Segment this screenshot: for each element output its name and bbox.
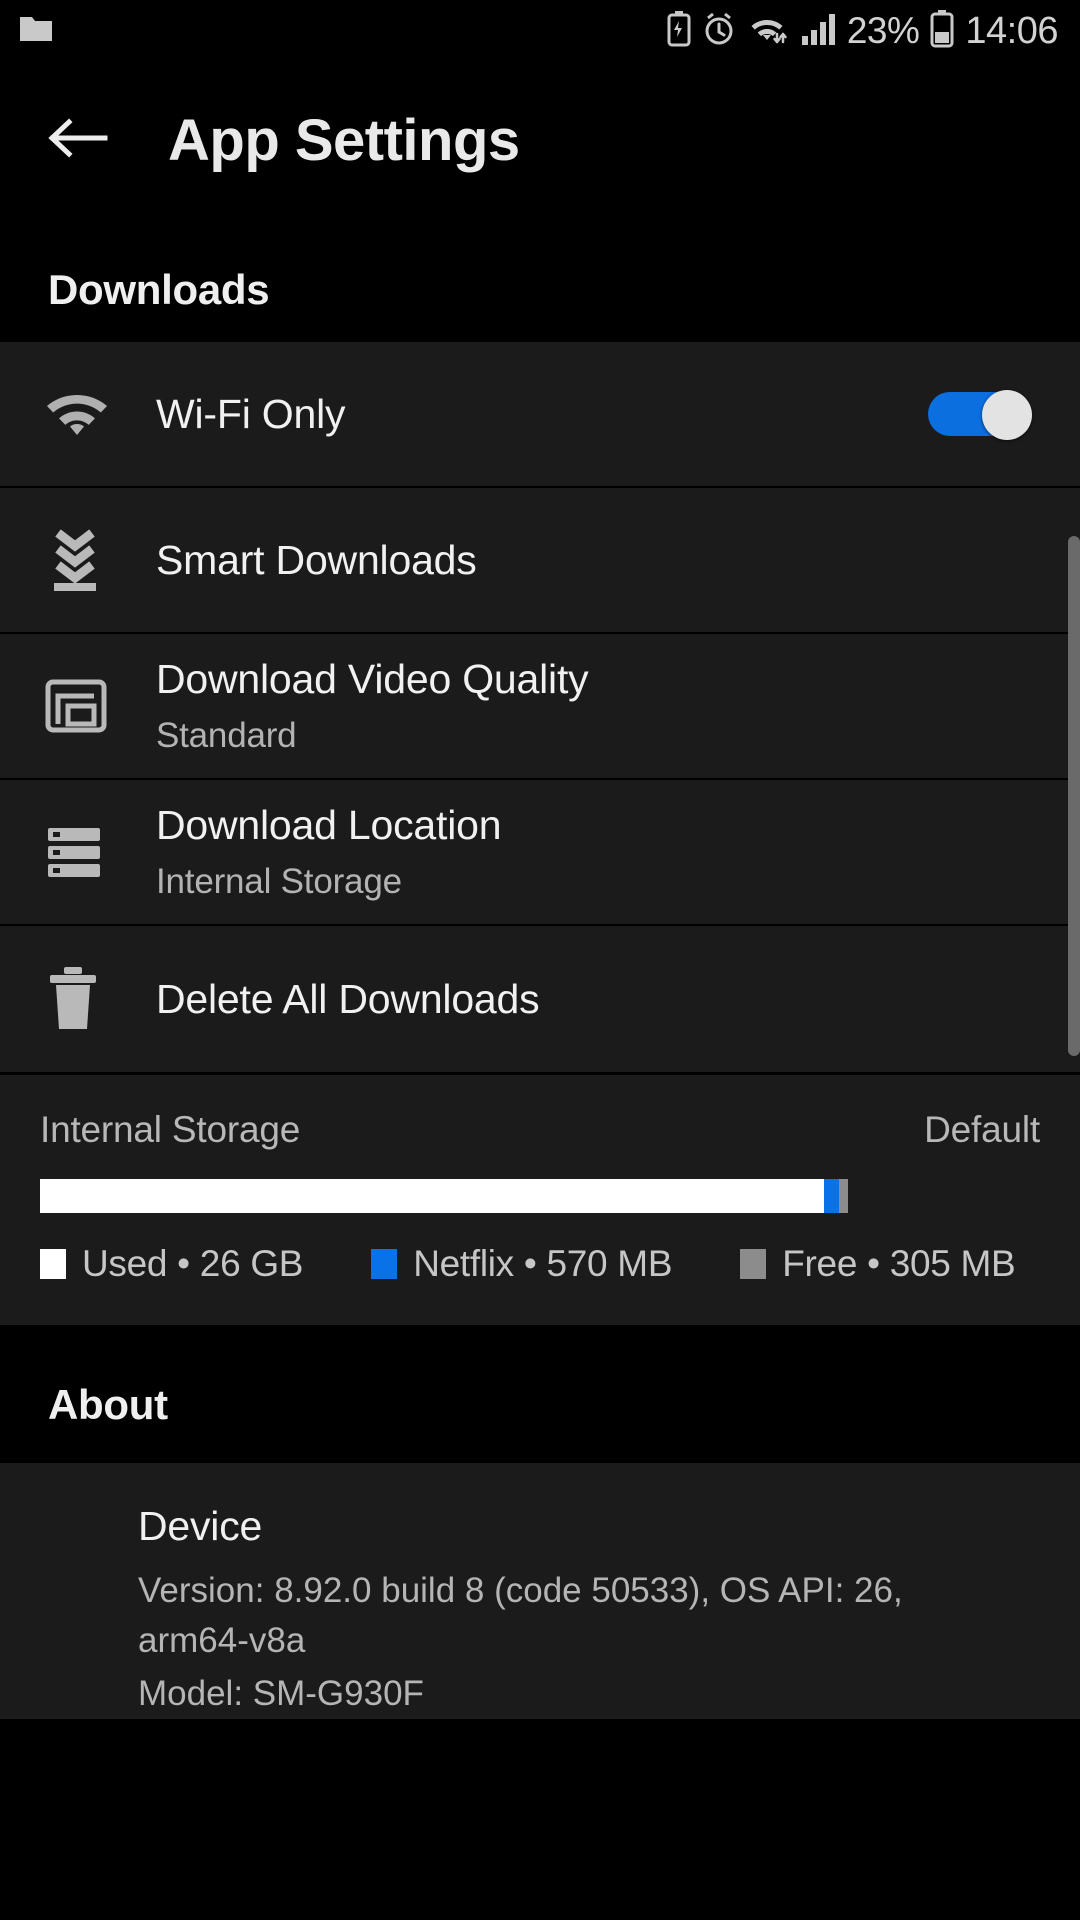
battery-icon <box>930 9 954 53</box>
about-device-title: Device <box>138 1503 263 1549</box>
legend-swatch-used <box>40 1249 66 1279</box>
storage-usage-block: Internal Storage Default Used • 26 GB Ne… <box>0 1072 1080 1325</box>
trash-icon <box>44 965 140 1033</box>
wifi-data-icon <box>747 12 789 51</box>
legend-item-free: Free • 305 MB <box>740 1243 1016 1285</box>
status-bar-left <box>0 13 54 50</box>
downloads-section-header: Downloads <box>0 218 1080 342</box>
back-button[interactable] <box>24 114 132 167</box>
battery-saver-icon <box>667 10 691 52</box>
wifi-only-toggle[interactable] <box>928 390 1032 440</box>
legend-label: Netflix • 570 MB <box>413 1243 673 1284</box>
wifi-icon <box>44 389 140 439</box>
row-title: Download Location <box>156 801 502 848</box>
app-settings-screen: 23% 14:06 App Settings Downloads Wi-Fi O… <box>0 0 1080 1920</box>
about-version-line: Version: 8.92.0 build 8 (code 50533), OS… <box>138 1571 903 1660</box>
battery-percent-label: 23% <box>846 10 920 51</box>
row-subtitle: Standard <box>156 716 297 756</box>
storage-legend: Used • 26 GB Netflix • 570 MB Free • 305… <box>40 1243 1040 1285</box>
row-delete-all-downloads-text: Delete All Downloads <box>140 975 1040 1023</box>
about-device-card[interactable]: Device Version: 8.92.0 build 8 (code 505… <box>0 1463 1080 1720</box>
row-smart-downloads-text: Smart Downloads <box>140 536 1040 584</box>
folder-icon <box>18 13 54 50</box>
legend-swatch-netflix <box>371 1249 398 1279</box>
storage-segment-netflix <box>823 1179 840 1213</box>
legend-label: Free • 305 MB <box>782 1243 1016 1284</box>
storage-default-label: Default <box>924 1109 1040 1150</box>
row-title: Smart Downloads <box>156 536 477 583</box>
storage-location-label: Internal Storage <box>40 1109 301 1150</box>
about-model-line: Model: SM-G930F <box>138 1674 424 1714</box>
row-download-video-quality[interactable]: Download Video Quality Standard <box>0 634 1080 780</box>
status-bar-right: 23% 14:06 <box>667 9 1080 53</box>
about-section-header: About <box>0 1325 1080 1463</box>
video-quality-icon <box>44 674 140 738</box>
row-delete-all-downloads[interactable]: Delete All Downloads <box>0 926 1080 1072</box>
storage-header: Internal Storage Default <box>40 1109 1040 1151</box>
vertical-scrollbar[interactable] <box>1068 536 1080 1056</box>
legend-item-used: Used • 26 GB <box>40 1243 303 1285</box>
row-title: Download Video Quality <box>156 655 589 702</box>
content-scroll-area[interactable]: Downloads Wi-Fi Only Smart Downloads Dow… <box>0 218 1080 1720</box>
legend-swatch-free <box>740 1249 767 1279</box>
row-smart-downloads[interactable]: Smart Downloads <box>0 488 1080 634</box>
downloads-section-label: Downloads <box>48 266 270 313</box>
row-download-location[interactable]: Download Location Internal Storage <box>0 780 1080 926</box>
status-bar: 23% 14:06 <box>0 0 1080 62</box>
storage-location-icon <box>44 823 140 881</box>
clock-label: 14:06 <box>965 9 1058 52</box>
row-wifi-only-text: Wi-Fi Only <box>140 390 928 438</box>
page-title: App Settings <box>168 107 520 173</box>
row-download-video-quality-text: Download Video Quality Standard <box>140 655 1040 757</box>
back-arrow-icon <box>47 114 109 167</box>
row-subtitle: Internal Storage <box>156 862 402 902</box>
toggle-thumb <box>982 390 1032 440</box>
signal-bars-icon <box>800 12 836 51</box>
app-bar: App Settings <box>0 62 1080 218</box>
row-title: Delete All Downloads <box>156 975 540 1022</box>
storage-segment-used <box>40 1179 824 1213</box>
row-wifi-only[interactable]: Wi-Fi Only <box>0 342 1080 488</box>
legend-item-netflix: Netflix • 570 MB <box>371 1243 673 1285</box>
smart-download-icon <box>44 527 140 593</box>
storage-usage-bar <box>40 1179 848 1213</box>
downloads-card: Wi-Fi Only Smart Downloads Download Vide… <box>0 342 1080 1072</box>
row-title: Wi-Fi Only <box>156 390 346 437</box>
row-download-location-text: Download Location Internal Storage <box>140 801 1040 903</box>
legend-label: Used • 26 GB <box>82 1243 304 1284</box>
storage-segment-free <box>839 1179 848 1213</box>
alarm-icon <box>702 12 736 51</box>
about-section-label: About <box>48 1381 168 1428</box>
